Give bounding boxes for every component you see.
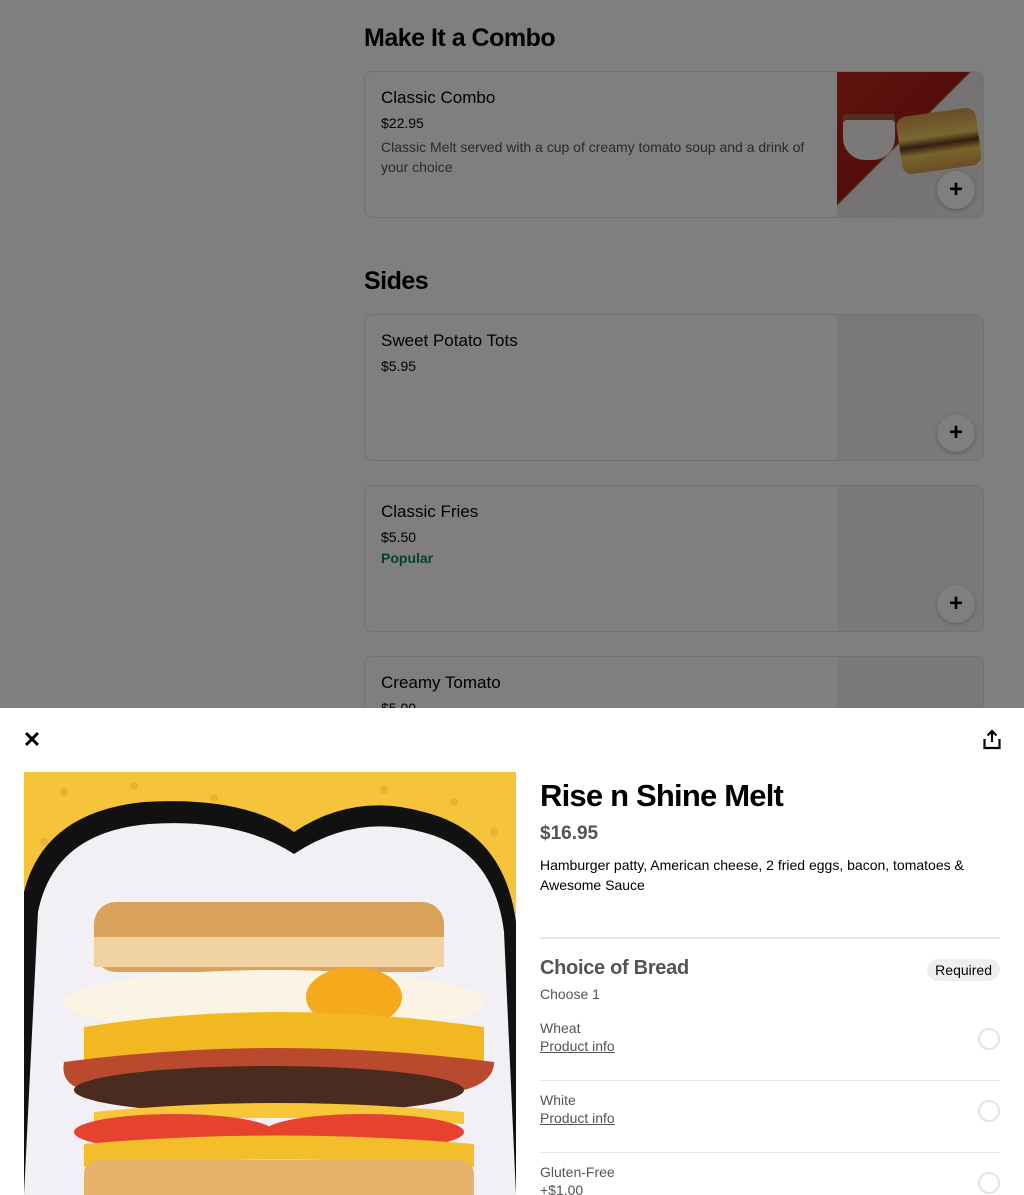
required-badge: Required <box>927 959 1000 981</box>
product-price: $16.95 <box>540 823 599 844</box>
product-title: Rise n Shine Melt <box>540 778 784 813</box>
close-button[interactable]: ✕ <box>20 728 44 752</box>
product-description: Hamburger patty, American cheese, 2 frie… <box>540 857 964 893</box>
option-row-gluten-free[interactable]: Gluten-Free +$1.00 <box>540 1153 1000 1195</box>
option-row-white[interactable]: White Product info <box>540 1081 1000 1153</box>
divider <box>540 937 1000 939</box>
option-radio[interactable] <box>978 1028 1000 1050</box>
product-info-link[interactable]: Product info <box>540 1038 615 1054</box>
option-extra-price: +$1.00 <box>540 1182 584 1195</box>
option-group-subtitle: Choose 1 <box>540 986 600 1002</box>
product-details: Rise n Shine Melt $16.95 Hamburger patty… <box>540 772 1000 1195</box>
option-group-header: Choice of Bread Choose 1 Required <box>540 957 1000 1009</box>
option-label: Gluten-Free <box>540 1164 615 1180</box>
share-button[interactable] <box>980 728 1004 752</box>
item-detail-modal: ✕ Rise n Shine Melt $16.95 Hamburger pat… <box>0 708 1024 1195</box>
product-info-link[interactable]: Product info <box>540 1110 615 1126</box>
share-icon <box>983 729 1001 750</box>
option-label: White <box>540 1092 576 1108</box>
close-icon: ✕ <box>22 727 42 752</box>
option-radio[interactable] <box>978 1172 1000 1194</box>
product-hero-image <box>24 772 516 1195</box>
option-label: Wheat <box>540 1020 581 1036</box>
modal-backdrop[interactable] <box>0 0 1024 708</box>
option-radio[interactable] <box>978 1100 1000 1122</box>
option-row-wheat[interactable]: Wheat Product info <box>540 1009 1000 1081</box>
sandwich-illustration <box>24 772 516 1195</box>
